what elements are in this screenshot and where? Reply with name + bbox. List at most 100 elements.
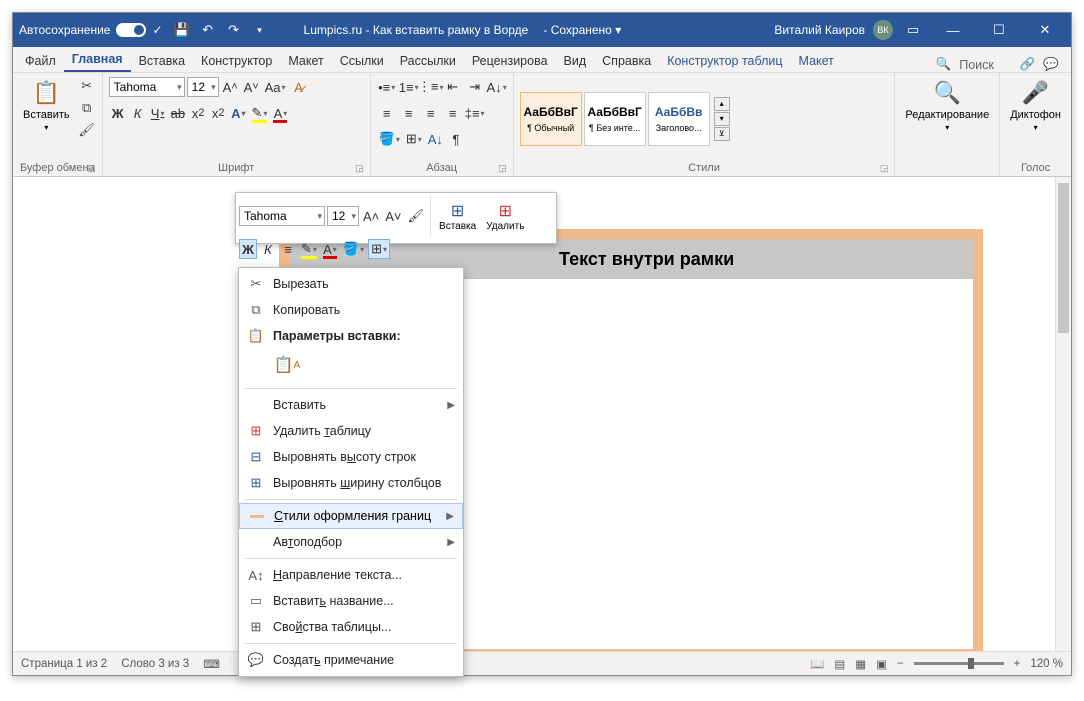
styles-launcher[interactable]: ◲ <box>880 163 889 174</box>
user-avatar[interactable]: ВК <box>873 20 893 40</box>
close-button[interactable]: ✕ <box>1025 16 1065 44</box>
bullets-button[interactable]: •≡ <box>377 77 397 97</box>
styles-scroll[interactable]: ▴▾⊻ <box>714 97 730 141</box>
mt-insert-button[interactable]: ⊞Вставка <box>435 201 480 232</box>
share-icon[interactable]: 🔗 <box>1020 57 1036 72</box>
justify[interactable]: ≡ <box>443 103 463 123</box>
cm-copy[interactable]: ⧉Копировать <box>239 297 463 323</box>
mt-borders[interactable]: ⊞ <box>368 239 390 259</box>
view-web-icon[interactable]: ▦ <box>855 657 866 671</box>
font-name-combo[interactable]: Tahoma <box>109 77 185 97</box>
show-marks[interactable]: ¶ <box>447 129 465 149</box>
mt-font-size[interactable]: 12 <box>327 206 359 226</box>
cm-distribute-rows[interactable]: ⊟Выровнять высоту строк <box>239 444 463 470</box>
status-page[interactable]: Страница 1 из 2 <box>21 658 107 670</box>
align-left[interactable]: ≡ <box>377 103 397 123</box>
font-launcher[interactable]: ◲ <box>355 163 364 174</box>
style-heading1[interactable]: АаБбВвЗаголово... <box>648 92 710 146</box>
copy-icon[interactable]: ⧉ <box>78 99 96 117</box>
shrink-font-icon[interactable]: A˅ <box>242 77 261 97</box>
search-label[interactable]: Поиск <box>959 58 994 72</box>
mt-italic[interactable]: К <box>259 239 277 259</box>
decrease-indent[interactable]: ⇤ <box>443 77 463 97</box>
grow-font-icon[interactable]: A˄ <box>221 77 240 97</box>
tab-file[interactable]: Файл <box>17 50 64 72</box>
user-name[interactable]: Виталий Каиров <box>774 23 865 37</box>
comments-icon[interactable]: 💬 <box>1043 57 1059 72</box>
sort-az[interactable]: A↓ <box>426 129 445 149</box>
tab-review[interactable]: Рецензирова <box>464 50 556 72</box>
mt-font-name[interactable]: Tahoma <box>239 206 325 226</box>
tab-table-design[interactable]: Конструктор таблиц <box>659 50 790 72</box>
status-words[interactable]: Слово 3 из 3 <box>121 658 189 670</box>
clipboard-launcher[interactable]: ◲ <box>87 163 96 174</box>
para-launcher[interactable]: ◲ <box>498 163 507 174</box>
style-no-spacing[interactable]: АаБбВвГ¶ Без инте... <box>584 92 646 146</box>
tab-mailings[interactable]: Рассылки <box>392 50 464 72</box>
zoom-slider[interactable] <box>914 662 1004 665</box>
font-size-combo[interactable]: 12 <box>187 77 219 97</box>
borders-button[interactable]: ⊞ <box>404 129 424 149</box>
mt-shrink-font[interactable]: A˅ <box>383 206 403 226</box>
increase-indent[interactable]: ⇥ <box>465 77 485 97</box>
dictate-button[interactable]: 🎤 Диктофон ▾ <box>1006 77 1065 134</box>
tab-table-layout[interactable]: Макет <box>791 50 842 72</box>
cm-table-properties[interactable]: ⊞Свойства таблицы... <box>239 614 463 640</box>
cut-icon[interactable]: ✂ <box>78 77 96 95</box>
mt-highlight[interactable]: ✎ <box>299 239 319 259</box>
tab-layout[interactable]: Макет <box>280 50 331 72</box>
maximize-button[interactable]: ☐ <box>979 16 1019 44</box>
font-color-button[interactable]: A <box>271 103 289 123</box>
strike-button[interactable]: ab <box>169 103 187 123</box>
subscript-button[interactable]: x2 <box>189 103 207 123</box>
focus-icon[interactable]: ▣ <box>876 657 887 671</box>
align-right[interactable]: ≡ <box>421 103 441 123</box>
format-painter-icon[interactable]: 🖌 <box>78 121 96 139</box>
cm-new-comment[interactable]: 💬Создать примечание <box>239 647 463 673</box>
tab-design[interactable]: Конструктор <box>193 50 280 72</box>
cm-delete-table[interactable]: ⊞Удалить таблицу <box>239 418 463 444</box>
zoom-in[interactable]: + <box>1014 658 1021 670</box>
cm-text-direction[interactable]: A↕Направление текста... <box>239 562 463 588</box>
cm-border-styles[interactable]: Стили оформления границ▶ <box>239 503 463 529</box>
redo-icon[interactable]: ↷ <box>225 21 243 39</box>
save-icon[interactable]: 💾 <box>173 21 191 39</box>
mt-delete-button[interactable]: ⊞Удалить <box>482 201 528 232</box>
status-lang-icon[interactable]: ⌨ <box>203 657 220 671</box>
tab-help[interactable]: Справка <box>594 50 659 72</box>
bold-button[interactable]: Ж <box>109 103 127 123</box>
text-effects-button[interactable]: A <box>229 103 247 123</box>
zoom-level[interactable]: 120 % <box>1030 658 1063 670</box>
cm-insert[interactable]: Вставить▶ <box>239 392 463 418</box>
editing-button[interactable]: 🔍 Редактирование ▾ <box>901 77 993 134</box>
paste-button[interactable]: 📋 Вставить ▾ <box>19 77 74 134</box>
superscript-button[interactable]: x2 <box>209 103 227 123</box>
highlight-button[interactable]: ✎ <box>250 103 270 123</box>
clear-format-icon[interactable]: A̷ <box>290 77 308 97</box>
mt-align[interactable]: ≡ <box>279 239 297 259</box>
underline-button[interactable]: Ч <box>149 103 167 123</box>
minimize-button[interactable]: — <box>933 16 973 44</box>
multilevel-button[interactable]: ⋮≡ <box>421 77 441 97</box>
mt-shading[interactable]: 🪣 <box>341 239 366 259</box>
italic-button[interactable]: К <box>129 103 147 123</box>
cm-cut[interactable]: ✂Вырезать <box>239 271 463 297</box>
view-print-icon[interactable]: ▤ <box>834 657 845 671</box>
ribbon-display-icon[interactable]: ▭ <box>899 16 927 44</box>
cm-autofit[interactable]: Автоподбор▶ <box>239 529 463 555</box>
tab-references[interactable]: Ссылки <box>332 50 392 72</box>
qat-custom-icon[interactable]: ▾ <box>251 21 269 39</box>
cm-insert-caption[interactable]: ▭Вставить название... <box>239 588 463 614</box>
tab-insert[interactable]: Вставка <box>131 50 193 72</box>
cm-paste-text-only[interactable]: 📋A <box>273 351 301 379</box>
style-normal[interactable]: АаБбВвГ¶ Обычный <box>520 92 582 146</box>
zoom-out[interactable]: − <box>897 658 904 670</box>
view-read-icon[interactable]: 📖 <box>810 657 824 671</box>
mt-format-painter[interactable]: 🖌 <box>406 206 427 226</box>
cm-distribute-cols[interactable]: ⊞Выровнять ширину столбцов <box>239 470 463 496</box>
search-icon[interactable]: 🔍 <box>936 57 952 72</box>
mt-grow-font[interactable]: A˄ <box>361 206 381 226</box>
numbering-button[interactable]: 1≡ <box>399 77 419 97</box>
change-case-icon[interactable]: Aa <box>263 77 288 97</box>
shading-button[interactable]: 🪣 <box>377 129 402 149</box>
